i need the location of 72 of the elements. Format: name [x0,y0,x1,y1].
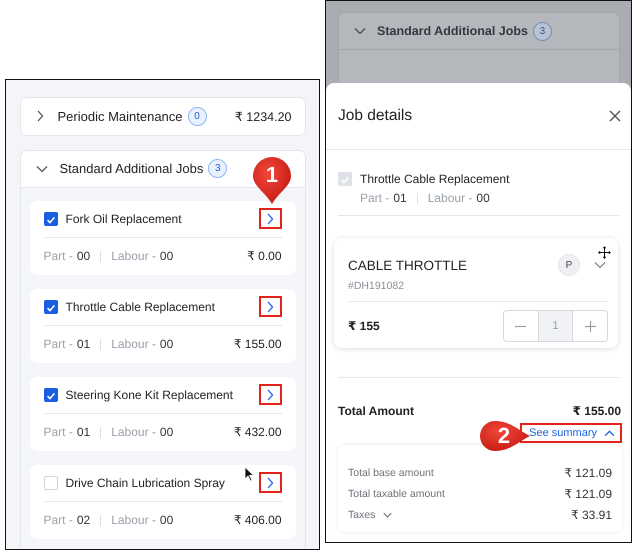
section-title: Standard Additional Jobs [377,24,528,38]
open-details-button[interactable] [258,384,282,405]
checkbox[interactable] [44,212,58,226]
job-amount: ₹ 432.00 [234,425,282,439]
labour-count: 00 [160,337,174,351]
total-amount: ₹ 155.00 [572,404,621,418]
part-label: Part - [44,425,73,439]
part-label: Part - [44,249,73,263]
caret-icon[interactable] [604,430,615,436]
part-count: 01 [393,191,407,205]
plus-icon[interactable] [584,320,596,332]
job-amount: ₹ 406.00 [234,513,282,527]
chevron-icon[interactable] [266,388,274,400]
summary-value: ₹ 121.09 [564,466,612,480]
part-label: Part - [44,513,73,527]
part-type-badge: P [558,254,580,276]
job-name: Throttle Cable Replacement [360,172,510,186]
part-count: 00 [76,249,90,263]
total-label: Total Amount [338,404,414,418]
labour-label: Labour - [111,337,156,351]
part-count: 02 [76,513,90,527]
summary-label: Total base amount [348,467,434,479]
close-icon[interactable] [609,110,621,122]
quantity-field[interactable]: 1 [538,311,574,341]
section-title: Standard Additional Jobs [60,161,204,176]
count-badge: 0 [188,106,207,126]
chevron-icon[interactable] [354,27,366,35]
part-count: 01 [76,425,90,439]
labour-label: Labour - [111,249,156,263]
chevron-icon[interactable] [266,212,274,224]
caret-icon[interactable] [383,512,392,518]
labour-count: 00 [476,191,490,205]
job-name: Steering Kone Kit Replacement [66,388,233,402]
count-badge: 3 [208,159,228,178]
part-price: ₹ 155 [348,319,380,333]
dialog-title: Job details [338,107,412,125]
job-name: Fork Oil Replacement [66,212,182,226]
move-cursor-icon [597,245,612,260]
part-count: 01 [76,337,90,351]
checkbox[interactable] [44,388,58,402]
count-badge: 3 [532,22,552,40]
labour-label: Labour - [111,425,156,439]
chevron-icon[interactable] [36,164,48,172]
job-name: Throttle Cable Replacement [66,300,215,314]
part-label: Part - [44,337,73,351]
part-name: CABLE THROTTLE [348,258,468,272]
labour-count: 00 [160,513,174,527]
part-code: #DH191082 [348,280,608,302]
chevron-icon[interactable] [36,110,44,122]
open-details-button[interactable] [258,208,282,229]
chevron-icon[interactable] [594,261,606,269]
job-amount: ₹ 155.00 [234,337,282,351]
labour-count: 00 [160,249,174,263]
open-details-button[interactable] [258,296,282,317]
chevron-icon[interactable] [266,300,274,312]
summary-value: ₹ 33.91 [571,508,612,522]
chevron-icon[interactable] [266,476,274,488]
checkbox[interactable] [44,300,58,314]
section-amount: ₹ 1234.20 [234,108,292,124]
job-amount: ₹ 0.00 [247,249,282,263]
open-details-button[interactable] [258,472,282,493]
quantity-stepper[interactable]: 1 [503,310,608,342]
summary-value: ₹ 121.09 [564,487,612,501]
labour-count: 00 [160,425,174,439]
summary-label: Total taxable amount [348,488,445,500]
part-label: Part - [360,191,390,205]
see-summary-link[interactable]: See summary [520,423,622,443]
section-title: Periodic Maintenance [58,108,183,124]
job-name: Drive Chain Lubrication Spray [66,476,225,490]
summary-label: Taxes [348,509,376,521]
labour-label: Labour - [428,191,472,205]
labour-label: Labour - [111,513,156,527]
